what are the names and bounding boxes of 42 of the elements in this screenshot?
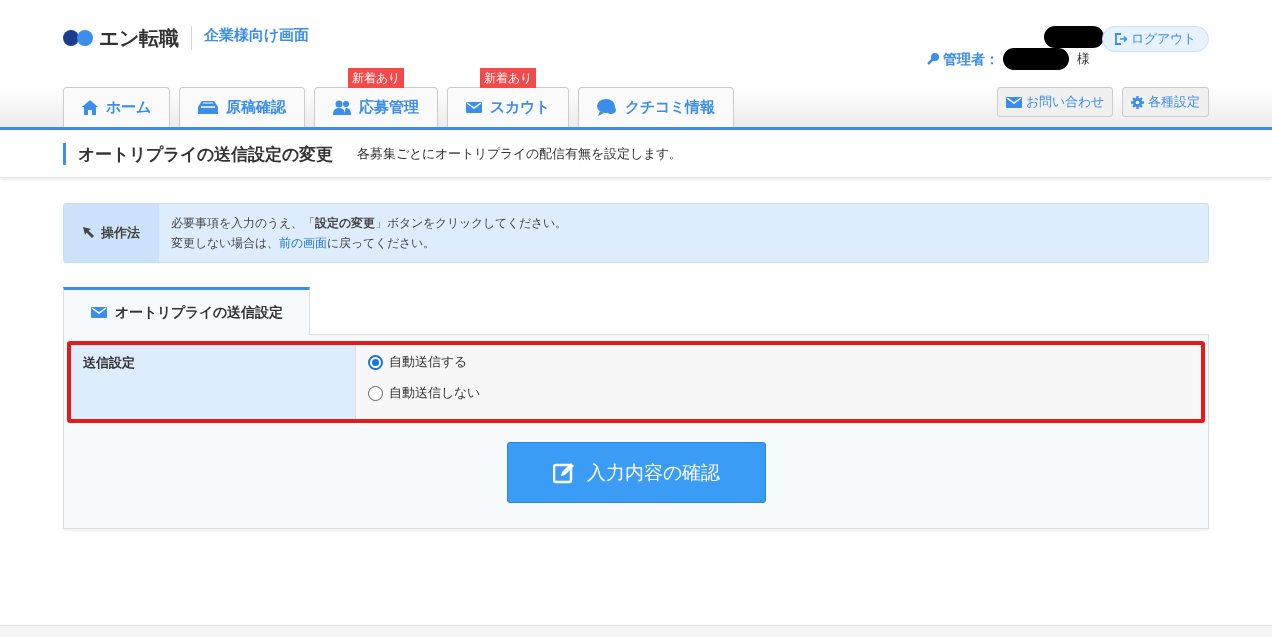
instruction-label: 操作法: [101, 224, 140, 243]
radio-label: 自動送信する: [389, 353, 467, 371]
users-icon: [333, 100, 351, 115]
instruction-text: 変更しない場合は、前の画面に戻ってください。: [171, 235, 436, 252]
radio-button[interactable]: [368, 385, 383, 401]
field-label: 送信設定: [83, 355, 135, 370]
nav-tab[interactable]: 原稿確認: [179, 87, 305, 127]
instruction-text: 必要事項を入力のうえ、「設定の変更」ボタンをクリックしてください。: [171, 215, 567, 232]
nav-tab[interactable]: クチコミ情報: [578, 87, 734, 127]
header-button[interactable]: 各種設定: [1122, 87, 1209, 117]
tray-icon: [198, 101, 218, 114]
page-title: オートリプライの送信設定の変更: [63, 142, 333, 165]
home-icon: [82, 100, 98, 115]
page-description: 各募集ごとにオートリプライの配信有無を設定します。: [357, 144, 682, 163]
settings-icon: [1131, 95, 1144, 109]
mail-icon: [90, 307, 107, 318]
admin-label: 管理者：: [943, 49, 999, 69]
key-icon: [927, 53, 939, 65]
mail-icon: [1006, 96, 1022, 108]
chat-icon: [597, 99, 617, 116]
nav-tab[interactable]: ホーム: [63, 87, 170, 127]
back-link[interactable]: 前の画面: [279, 236, 327, 250]
logo-text: エン転職: [99, 28, 179, 48]
redaction-block: [1044, 26, 1104, 48]
nav-tab[interactable]: スカウト: [447, 87, 569, 127]
redaction-block: [1003, 48, 1069, 70]
logout-button[interactable]: ログアウト: [1102, 26, 1209, 52]
nav-tab[interactable]: 応募管理: [314, 87, 438, 127]
mail-icon: [466, 102, 482, 113]
honorific: 様: [1077, 50, 1090, 69]
subtitle: 企業様向け画面: [204, 25, 309, 46]
cursor-icon: [83, 227, 95, 239]
logo-icon: [63, 30, 93, 46]
radio-button[interactable]: [368, 354, 383, 370]
confirm-button[interactable]: 入力内容の確認: [506, 442, 766, 503]
header-button[interactable]: お問い合わせ: [997, 87, 1113, 117]
new-badge: 新着あり: [348, 68, 404, 88]
form-tab[interactable]: オートリプライの送信設定: [63, 287, 310, 335]
new-badge: 新着あり: [480, 68, 536, 88]
logout-icon: [1115, 33, 1127, 45]
edit-icon: [552, 461, 575, 484]
radio-label: 自動送信しない: [389, 384, 480, 402]
